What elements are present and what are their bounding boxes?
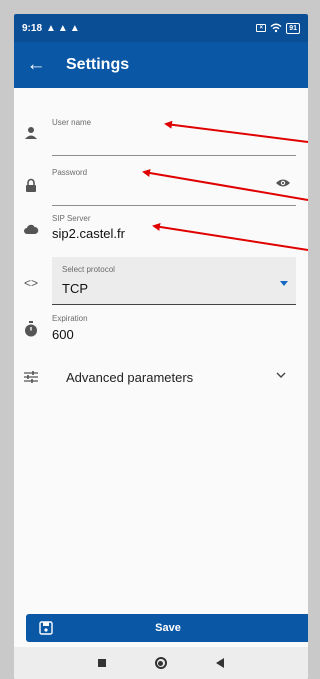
protocol-row: <> Select protocol TCP	[14, 254, 308, 306]
dropdown-arrow-icon[interactable]	[280, 281, 288, 286]
status-time: 9:18	[22, 22, 43, 34]
warning-icon: ▲	[69, 22, 80, 34]
sip-server-row: SIP Server sip2.castel.fr	[14, 210, 308, 254]
floppy-disk-icon	[38, 620, 54, 636]
protocol-label: Select protocol	[62, 265, 115, 274]
code-icon: <>	[23, 276, 38, 290]
username-label: User name	[52, 118, 92, 127]
password-label: Password	[52, 168, 88, 177]
password-field[interactable]: Password	[52, 160, 296, 206]
recent-apps-icon[interactable]	[98, 659, 107, 667]
battery-indicator: 91	[286, 22, 300, 34]
sim-icon: ×	[256, 24, 267, 32]
wifi-icon	[270, 23, 282, 33]
home-icon[interactable]	[154, 657, 167, 669]
cloud-icon	[20, 218, 42, 240]
expiration-value[interactable]: 600	[52, 327, 74, 342]
page-title: Settings	[66, 56, 130, 73]
app-bar: ← Settings	[14, 42, 308, 88]
save-label: Save	[155, 622, 181, 634]
username-row: User name	[14, 110, 308, 158]
chevron-down-icon[interactable]	[272, 366, 290, 384]
expiration-label: Expiration	[52, 314, 88, 323]
sip-server-field[interactable]: SIP Server sip2.castel.fr	[52, 210, 296, 250]
warning-icon: ▲	[46, 22, 56, 34]
tune-icon	[20, 366, 42, 388]
eye-icon[interactable]	[274, 174, 292, 192]
sip-server-label: SIP Server	[52, 214, 91, 223]
timer-icon	[20, 318, 42, 340]
expiration-field[interactable]: Expiration 600	[52, 310, 296, 348]
person-icon	[20, 122, 42, 144]
protocol-value: TCP	[62, 281, 88, 296]
warning-icon: ▲	[57, 22, 68, 34]
username-field[interactable]: User name	[52, 110, 296, 156]
expiration-row: Expiration 600	[14, 310, 308, 350]
password-row: Password	[14, 160, 308, 208]
back-arrow-icon[interactable]: ←	[14, 54, 58, 76]
save-button[interactable]: Save	[26, 614, 308, 642]
protocol-select[interactable]: Select protocol TCP	[52, 257, 296, 305]
lock-icon	[20, 174, 42, 196]
sip-server-value[interactable]: sip2.castel.fr	[52, 226, 125, 241]
phone-screen: 9:18 ▲ ▲ ▲ × 91 ← Settings User name Pas…	[14, 14, 308, 679]
nav-back-icon[interactable]	[215, 658, 224, 668]
status-bar: 9:18 ▲ ▲ ▲ × 91	[14, 14, 308, 42]
system-nav-bar	[14, 647, 308, 679]
advanced-parameters-label[interactable]: Advanced parameters	[66, 370, 193, 385]
